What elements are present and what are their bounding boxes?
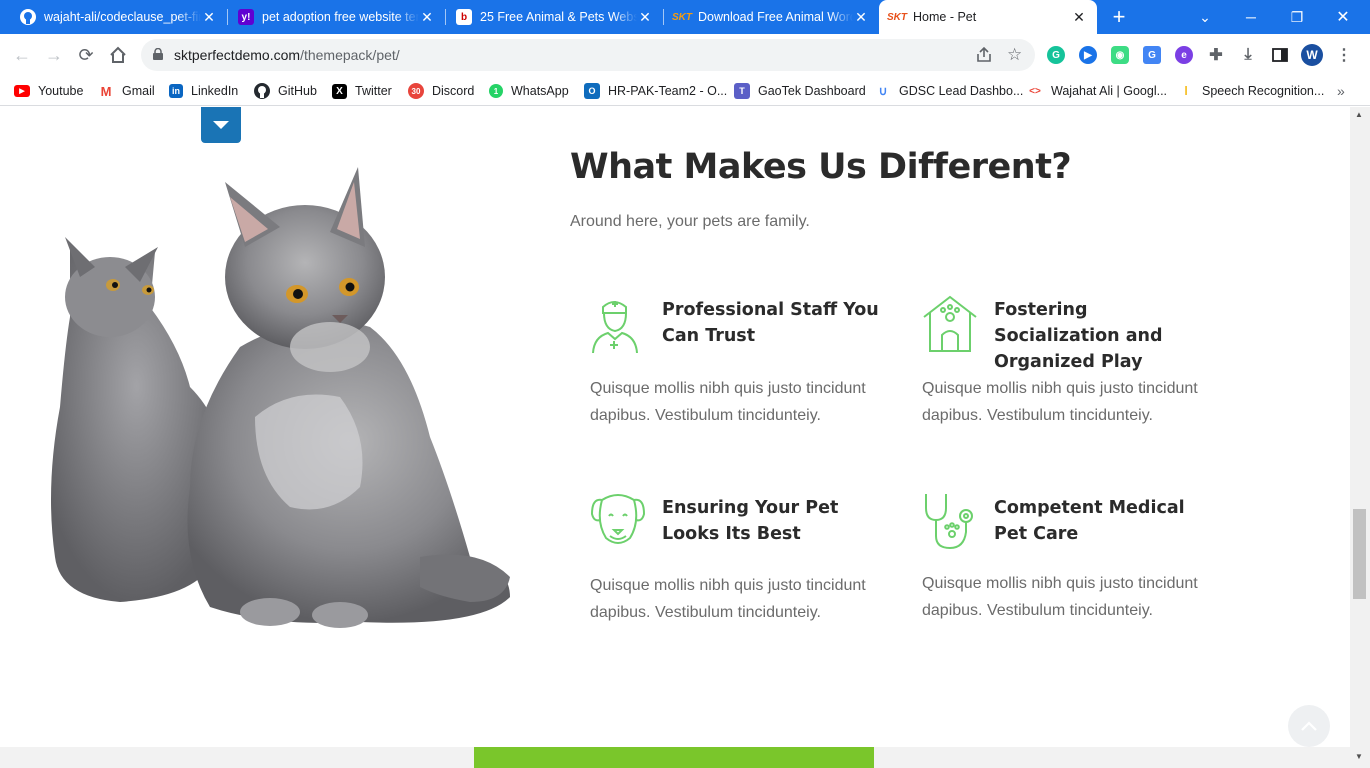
- nurse-icon: [592, 301, 638, 353]
- close-icon[interactable]: ✕: [637, 9, 653, 26]
- minimize-button[interactable]: ─: [1228, 0, 1274, 34]
- dog-face-icon: [590, 494, 646, 544]
- page-viewport: What Makes Us Different? Around here, yo…: [0, 107, 1350, 768]
- section-subtitle: Around here, your pets are family.: [570, 213, 810, 230]
- cats-image: [51, 167, 510, 628]
- side-panel-icon[interactable]: [1271, 46, 1289, 64]
- code-icon: <>: [1029, 85, 1041, 97]
- scroll-to-top-button[interactable]: [1288, 705, 1330, 747]
- yahoo-icon: y!: [238, 9, 254, 25]
- bookmark-speech[interactable]: ǀ Speech Recognition...: [1178, 82, 1324, 100]
- close-icon[interactable]: ✕: [419, 9, 435, 26]
- new-tab-button[interactable]: +: [1099, 0, 1139, 34]
- feature-title: Fostering Socialization and Organized Pl…: [994, 300, 1163, 372]
- gdsc-icon: ∪: [878, 84, 888, 98]
- pet-house-icon: [923, 295, 977, 352]
- x-icon: X: [332, 83, 347, 99]
- extensions-icon[interactable]: ✚: [1207, 46, 1225, 64]
- skt-icon: SKT: [887, 11, 907, 23]
- home-icon[interactable]: [107, 44, 129, 66]
- audio-icon: ǀ: [1184, 84, 1188, 98]
- address-bar[interactable]: sktperfectdemo.com/themepack/pet/ ☆: [141, 39, 1035, 71]
- outlook-icon: O: [584, 83, 600, 99]
- url-path: /themepack/pet/: [300, 47, 400, 63]
- bookmark-gdsc[interactable]: ∪ GDSC Lead Dashbo...: [875, 82, 1024, 100]
- restore-button[interactable]: ❐: [1274, 0, 1320, 34]
- teams-icon: T: [734, 83, 750, 99]
- menu-kebab-icon[interactable]: ⋮: [1335, 46, 1353, 64]
- github-icon: [254, 83, 270, 99]
- feature-title: Competent Medical Pet Care: [994, 498, 1185, 544]
- gmail-icon: M: [100, 83, 112, 99]
- github-icon: [20, 9, 36, 25]
- purple-ext-icon[interactable]: e: [1175, 46, 1193, 64]
- url-host: sktperfectdemo.com: [174, 47, 301, 63]
- skt-icon: SKT: [672, 11, 692, 23]
- green-banner: [474, 747, 874, 768]
- tab-yahoo[interactable]: y! pet adoption free website temp ✕: [230, 0, 445, 34]
- b-icon: b: [456, 9, 472, 25]
- tab-github[interactable]: wajaht-ali/codeclause_pet-find ✕: [12, 0, 227, 34]
- bookmark-wajahat[interactable]: <> Wajahat Ali | Googl...: [1027, 82, 1167, 100]
- forward-icon[interactable]: →: [43, 44, 65, 66]
- translate-icon[interactable]: G: [1143, 46, 1161, 64]
- browser-toolbar: ← → ⟳ sktperfectdemo.com/themepack/pet/ …: [0, 34, 1370, 76]
- scroll-down-arrow[interactable]: ▼: [1355, 752, 1363, 761]
- bookmark-twitter[interactable]: X Twitter: [332, 82, 392, 100]
- section-title: What Makes Us Different?: [570, 147, 1072, 187]
- bookmark-discord[interactable]: 30 Discord: [408, 82, 474, 100]
- grammarly-icon[interactable]: G: [1047, 46, 1065, 64]
- bookmark-gmail[interactable]: M Gmail: [98, 82, 155, 100]
- close-window-button[interactable]: ✕: [1320, 0, 1366, 34]
- scrollbar-thumb[interactable]: [1353, 509, 1366, 599]
- close-icon[interactable]: ✕: [853, 9, 869, 26]
- feature-desc: Quisque mollis nibh quis justo tincidunt…: [922, 575, 1198, 619]
- share-icon[interactable]: [975, 46, 993, 64]
- stethoscope-paw-icon: [925, 494, 973, 550]
- close-icon[interactable]: ✕: [1071, 9, 1087, 26]
- bookmark-gaotek[interactable]: T GaoTek Dashboard: [734, 82, 866, 100]
- tab-home-pet[interactable]: SKT Home - Pet ✕: [879, 0, 1097, 34]
- close-icon[interactable]: ✕: [201, 9, 217, 26]
- download-icon[interactable]: ⤓: [1239, 46, 1257, 64]
- feature-title: Professional Staff You Can Trust: [662, 300, 879, 346]
- android-ext-icon[interactable]: ◉: [1111, 46, 1129, 64]
- feature-desc: Quisque mollis nibh quis justo tincidunt…: [590, 577, 866, 621]
- avatar[interactable]: W: [1301, 44, 1323, 66]
- bookmark-github[interactable]: GitHub: [254, 82, 317, 100]
- tab-search-icon[interactable]: ⌄: [1182, 0, 1228, 34]
- linkedin-icon: in: [169, 84, 183, 98]
- whatsapp-icon: 1: [489, 84, 503, 98]
- tab-skt-download[interactable]: SKT Download Free Animal WordPr ✕: [666, 0, 879, 34]
- youtube-icon: ▶: [14, 85, 30, 97]
- scroll-up-arrow[interactable]: ▲: [1355, 110, 1363, 119]
- page-scrollbar[interactable]: ▲ ▼: [1350, 107, 1370, 768]
- bookmark-hr-pak[interactable]: O HR-PAK-Team2 - O...: [584, 82, 727, 100]
- bookmarks-overflow-icon[interactable]: »: [1337, 82, 1345, 100]
- feature-title: Ensuring Your Pet Looks Its Best: [662, 498, 839, 544]
- tab-strip: wajaht-ali/codeclause_pet-find ✕ y! pet …: [0, 0, 1370, 34]
- dropdown-toggle-button[interactable]: [201, 107, 241, 143]
- bookmark-star-icon[interactable]: ☆: [1007, 45, 1022, 65]
- back-icon[interactable]: ←: [11, 44, 33, 66]
- feature-desc: Quisque mollis nibh quis justo tincidunt…: [590, 380, 866, 424]
- feature-desc: Quisque mollis nibh quis justo tincidunt…: [922, 380, 1198, 424]
- reload-icon[interactable]: ⟳: [75, 44, 97, 66]
- calendar-icon: 30: [408, 83, 424, 99]
- tab-b[interactable]: b 25 Free Animal & Pets Website ✕: [448, 0, 663, 34]
- bookmark-linkedin[interactable]: in LinkedIn: [169, 82, 238, 100]
- bookmarks-bar: ▶ Youtube M Gmail in LinkedIn GitHub X T…: [0, 76, 1370, 106]
- bookmark-youtube[interactable]: ▶ Youtube: [14, 82, 83, 100]
- bookmark-whatsapp[interactable]: 1 WhatsApp: [489, 82, 569, 100]
- lock-icon: [153, 48, 163, 60]
- video-ext-icon[interactable]: ▶: [1079, 46, 1097, 64]
